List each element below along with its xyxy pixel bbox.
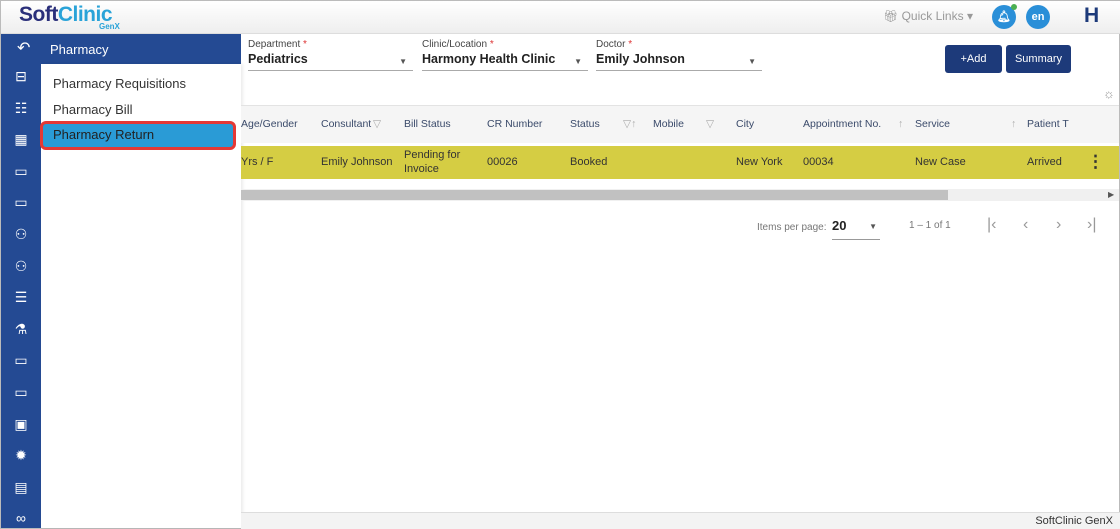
cell-city: New York <box>736 156 783 168</box>
cell-bill-status-line2: Invoice <box>404 163 439 175</box>
next-page-icon[interactable]: › <box>1056 216 1061 234</box>
items-per-page-label: Items per page: <box>757 222 827 233</box>
cell-bill-status: Pending for <box>404 149 461 161</box>
scroll-right-icon[interactable]: ▶ <box>1108 190 1114 199</box>
column-city[interactable]: City <box>736 118 754 130</box>
gift-icon: 🎁︎ <box>883 9 902 23</box>
doctor-select[interactable]: Doctor * Emily Johnson ▼ <box>596 39 762 71</box>
clinic-location-select[interactable]: Clinic/Location * Harmony Health Clinic ▼ <box>422 39 588 71</box>
submenu-panel: Pharmacy Requisitions Pharmacy Bill Phar… <box>40 64 241 528</box>
flask-icon[interactable]: ⚗ <box>11 320 31 338</box>
add-button[interactable]: +Add <box>945 45 1002 73</box>
page-range: 1 – 1 of 1 <box>909 220 951 231</box>
menu-item-pharmacy-requisitions[interactable]: Pharmacy Requisitions <box>53 76 186 91</box>
dropdown-arrow-icon: ▼ <box>748 57 756 66</box>
filter-icon[interactable]: ▽↑ <box>623 118 636 130</box>
users-icon[interactable]: ⚇ <box>11 225 31 243</box>
footer: SoftClinic GenX <box>241 512 1120 529</box>
items-per-page-select[interactable]: 20 ▼ <box>832 218 880 240</box>
briefcase-icon[interactable]: ⊟ <box>11 67 31 85</box>
user-avatar[interactable]: H <box>1084 4 1099 28</box>
clipboard-icon[interactable]: ☰ <box>11 288 31 306</box>
first-page-icon[interactable]: |‹ <box>987 216 996 234</box>
calendar-icon[interactable]: ▦ <box>11 130 31 148</box>
bell-icon: 🔔︎ <box>997 11 1011 23</box>
notification-dot <box>1011 4 1017 10</box>
sort-icon[interactable]: ↑ <box>898 118 903 130</box>
cell-cr-number: 00026 <box>487 156 518 168</box>
book-icon[interactable]: ▤ <box>11 478 31 496</box>
cell-appointment-no: 00034 <box>803 156 834 168</box>
summary-button[interactable]: Summary <box>1006 45 1071 73</box>
filter-icon[interactable]: ▽ <box>373 118 381 130</box>
monitor-icon[interactable]: ▭ <box>11 383 31 401</box>
more-icon[interactable]: ∞ <box>11 509 31 527</box>
quick-links-button[interactable]: 🎁︎ Quick Links ▾ <box>883 9 973 23</box>
column-status[interactable]: Status <box>570 118 600 130</box>
more-vert-icon[interactable]: ⋮ <box>1087 152 1104 172</box>
menu-item-pharmacy-return[interactable]: Pharmacy Return <box>40 121 236 150</box>
dropdown-arrow-icon: ▼ <box>869 222 877 231</box>
monitor-icon[interactable]: ▭ <box>11 162 31 180</box>
column-appointment-no[interactable]: Appointment No. <box>803 118 881 130</box>
column-service[interactable]: Service <box>915 118 950 130</box>
column-consultant[interactable]: Consultant <box>321 118 371 130</box>
department-select[interactable]: Department * Pediatrics ▼ <box>248 39 413 71</box>
cell-consultant: Emily Johnson <box>321 156 393 168</box>
cell-age-gender: Yrs / F <box>241 156 274 168</box>
id-card-icon[interactable]: ☷ <box>11 99 31 117</box>
dropdown-arrow-icon: ▼ <box>399 57 407 66</box>
menu-item-pharmacy-bill[interactable]: Pharmacy Bill <box>53 102 132 117</box>
cell-service: New Case <box>915 156 966 168</box>
scrollbar-thumb[interactable] <box>241 190 948 200</box>
column-patient[interactable]: Patient T <box>1027 118 1069 130</box>
last-page-icon[interactable]: ›| <box>1087 216 1096 234</box>
logo-sub: GenX <box>99 22 120 31</box>
language-button[interactable]: en <box>1026 5 1050 29</box>
safe-icon[interactable]: ▣ <box>11 415 31 433</box>
badge-icon[interactable]: ✹ <box>11 446 31 464</box>
cell-status: Booked <box>570 156 608 168</box>
settings-icon[interactable]: ☼ <box>1103 86 1115 101</box>
column-bill-status[interactable]: Bill Status <box>404 118 451 130</box>
menu-title: Pharmacy <box>50 42 109 57</box>
previous-page-icon[interactable]: ‹ <box>1023 216 1028 234</box>
users-icon[interactable]: ⚇ <box>11 257 31 275</box>
dropdown-arrow-icon: ▼ <box>574 57 582 66</box>
column-age-gender[interactable]: Age/Gender <box>241 118 298 130</box>
column-cr-number[interactable]: CR Number <box>487 118 542 130</box>
column-mobile[interactable]: Mobile <box>653 118 684 130</box>
filter-icon[interactable]: ▽ <box>706 118 714 130</box>
cell-patient: Arrived <box>1027 156 1062 168</box>
footer-text: SoftClinic GenX <box>1035 515 1113 527</box>
menu-header: ↶ Pharmacy <box>1 34 241 64</box>
sort-icon[interactable]: ↑ <box>1011 118 1016 130</box>
back-icon[interactable]: ↶ <box>17 38 30 58</box>
monitor-icon[interactable]: ▭ <box>11 351 31 369</box>
monitor-icon[interactable]: ▭ <box>11 193 31 211</box>
